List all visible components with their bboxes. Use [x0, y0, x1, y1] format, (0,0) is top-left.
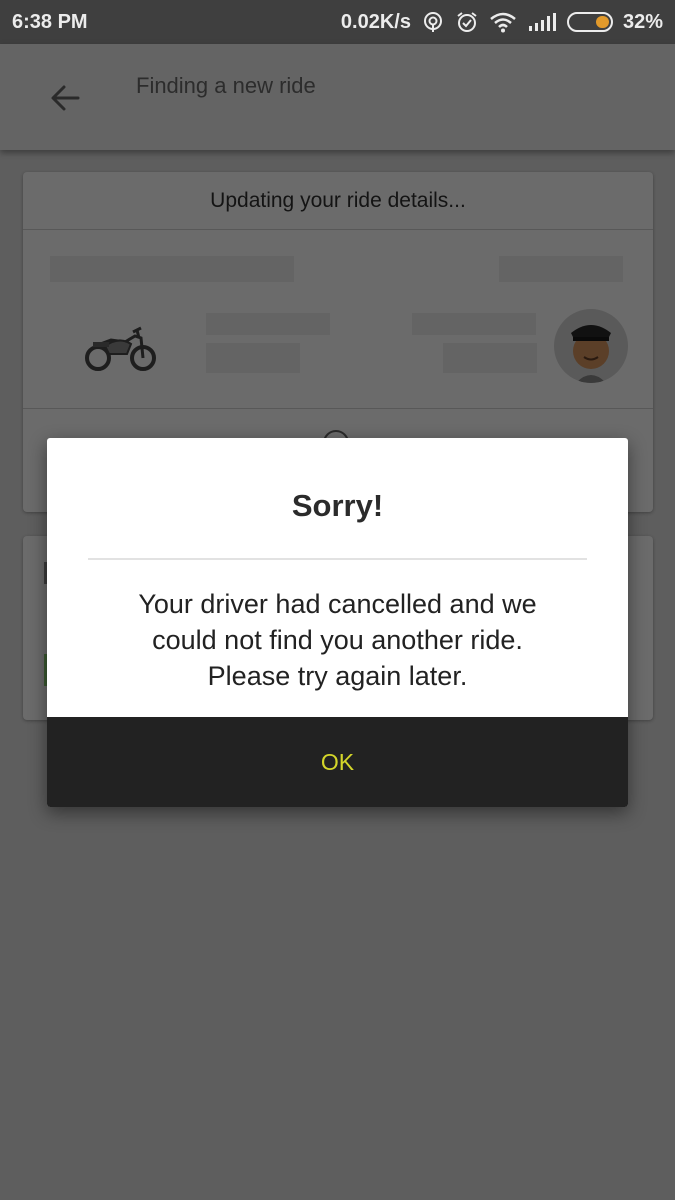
dialog-message-line: could not find you another ride. — [152, 625, 523, 655]
skeleton-line — [412, 313, 536, 335]
dialog-message-line: Your driver had cancelled and we — [138, 589, 537, 619]
motorbike-icon — [85, 324, 157, 372]
driver-avatar-icon — [554, 309, 628, 383]
status-bar: 6:38 PM 0.02K/s 32% — [0, 0, 675, 44]
alarm-icon — [455, 10, 479, 34]
app-bar: Finding a new ride — [0, 44, 675, 150]
net-speed: 0.02K/s — [340, 10, 411, 33]
ride-card-header: Updating your ride details... — [23, 172, 653, 230]
battery-icon — [566, 12, 613, 32]
skeleton-line — [206, 343, 300, 373]
dialog-message-line: Please try again later. — [207, 661, 468, 691]
skeleton-line — [206, 313, 330, 335]
arrow-left-icon[interactable] — [48, 80, 84, 116]
card-divider — [23, 408, 653, 409]
page-title: Finding a new ride — [136, 73, 316, 98]
skeleton-line — [50, 256, 294, 282]
dialog-title: Sorry! — [291, 488, 384, 523]
signal-icon — [527, 12, 557, 32]
status-right: 0.02K/s 32% — [341, 9, 663, 35]
dialog-divider — [88, 558, 587, 560]
dialog-message: Your driver had cancelled and we could n… — [77, 586, 598, 694]
status-time: 6:38 PM — [12, 11, 88, 33]
skeleton-line — [499, 256, 623, 282]
hotspot-icon — [421, 10, 445, 34]
ok-button[interactable]: OK — [47, 717, 628, 807]
wifi-icon — [489, 11, 517, 33]
skeleton-line — [443, 343, 537, 373]
cancellation-dialog: Sorry! Your driver had cancelled and we … — [47, 438, 628, 807]
battery-percent: 32% — [622, 10, 663, 33]
battery-fill — [596, 16, 609, 28]
